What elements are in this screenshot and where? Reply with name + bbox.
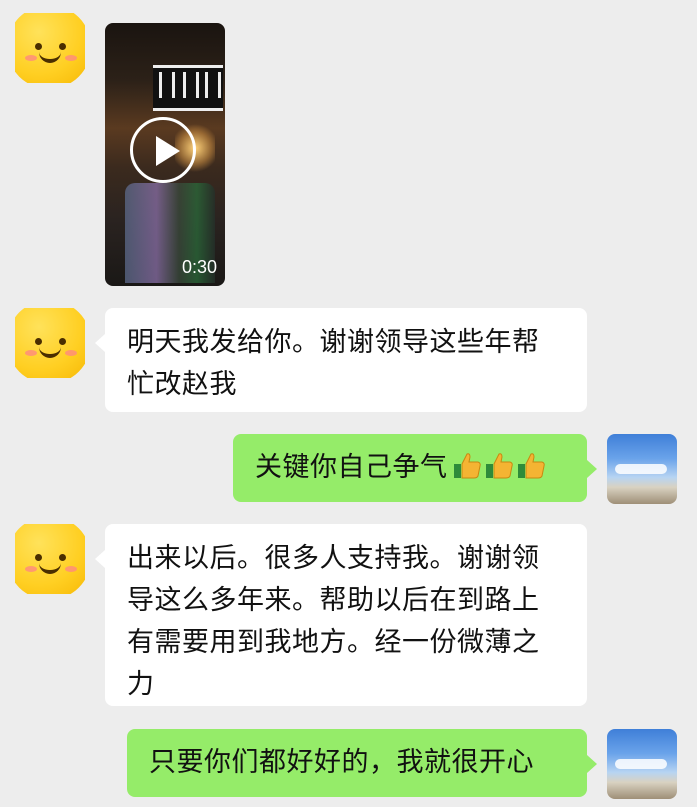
emoji-group	[450, 447, 546, 489]
contact-avatar[interactable]	[15, 13, 85, 83]
video-message[interactable]: 0:30	[105, 23, 225, 286]
contact-avatar[interactable]	[15, 524, 85, 594]
message-text: 只要你们都好好的，我就很开心	[149, 747, 534, 778]
video-frame-sign	[153, 65, 223, 111]
thumbs-up-icon	[485, 453, 513, 479]
self-avatar[interactable]	[607, 434, 677, 504]
message-bubble-outgoing[interactable]: 只要你们都好好的，我就很开心	[127, 729, 597, 797]
message-bubble-incoming[interactable]: 明天我发给你。谢谢领导这些年帮忙改赵我	[95, 308, 587, 412]
self-avatar[interactable]	[607, 729, 677, 799]
message-text: 关键你自己争气	[255, 452, 448, 483]
thumbs-up-icon	[453, 453, 481, 479]
video-duration: 0:30	[181, 257, 217, 277]
play-icon[interactable]	[130, 117, 196, 183]
thumbs-up-icon	[517, 453, 545, 479]
message-bubble-outgoing[interactable]: 关键你自己争气	[233, 434, 597, 502]
message-bubble-incoming[interactable]: 出来以后。很多人支持我。谢谢领导这么多年来。帮助以后在到路上有需要用到我地方。经…	[95, 524, 587, 706]
message-text: 明天我发给你。谢谢领导这些年帮忙改赵我	[127, 327, 540, 400]
chat-area: 0:30 明天我发给你。谢谢领导这些年帮忙改赵我 关键你自己争气 出来以后。很多…	[0, 0, 697, 807]
message-text: 出来以后。很多人支持我。谢谢领导这么多年来。帮助以后在到路上有需要用到我地方。经…	[127, 543, 540, 700]
contact-avatar[interactable]	[15, 308, 85, 378]
